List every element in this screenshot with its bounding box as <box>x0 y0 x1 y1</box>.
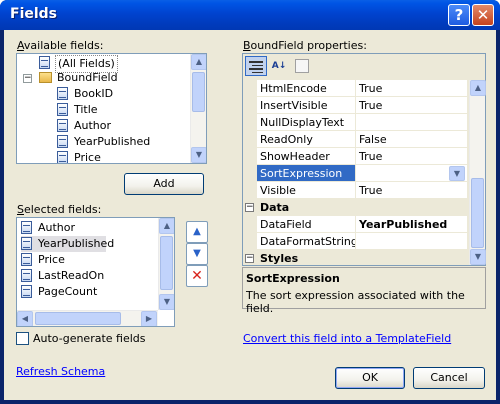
alphabetical-icon[interactable]: A↓ <box>268 56 290 76</box>
field-icon <box>57 87 68 100</box>
selected-vscrollbar[interactable]: ▲ ▼ <box>158 218 174 310</box>
scroll-up-icon[interactable]: ▲ <box>159 218 174 234</box>
property-description: SortExpression The sort expression assoc… <box>242 267 486 315</box>
category-data[interactable]: − Data <box>243 199 467 216</box>
field-icon <box>21 269 32 282</box>
help-button[interactable]: ? <box>448 4 470 26</box>
collapse-icon[interactable]: − <box>245 254 254 263</box>
scroll-thumb[interactable] <box>35 312 121 325</box>
field-icon <box>39 56 50 69</box>
prop-row-visible[interactable]: Visible True <box>243 182 467 199</box>
field-icon <box>21 253 32 266</box>
description-title: SortExpression <box>246 272 340 285</box>
scroll-down-icon[interactable]: ▼ <box>159 294 174 310</box>
cancel-button[interactable]: Cancel <box>413 367 485 389</box>
description-text: The sort expression associated with the … <box>246 289 465 315</box>
list-item-selected[interactable]: YearPublished <box>21 236 114 252</box>
scroll-up-icon[interactable]: ▲ <box>191 54 206 70</box>
scroll-thumb[interactable] <box>160 236 173 290</box>
prop-row-htmlencode[interactable]: HtmlEncode True <box>243 80 467 97</box>
property-pages-icon[interactable] <box>295 59 309 73</box>
collapse-icon[interactable]: − <box>23 74 32 83</box>
selected-fields-label: Selected fields: <box>17 203 102 216</box>
prop-row-nulldisplaytext[interactable]: NullDisplayText <box>243 114 467 131</box>
scroll-right-icon[interactable]: ▶ <box>141 311 157 326</box>
move-down-button[interactable]: ▼ <box>186 243 208 265</box>
dialog-body: Available fields: (All Fields) − BoundFi… <box>4 30 496 400</box>
prop-row-showheader[interactable]: ShowHeader True <box>243 148 467 165</box>
title-bar[interactable]: Fields ? ✕ <box>0 0 500 30</box>
collapse-icon[interactable]: − <box>245 203 254 212</box>
prop-row-insertvisible[interactable]: InsertVisible True <box>243 97 467 114</box>
properties-label: BoundField properties: <box>243 39 367 52</box>
refresh-schema-link[interactable]: Refresh Schema <box>16 365 105 378</box>
prop-row-readonly[interactable]: ReadOnly False <box>243 131 467 148</box>
field-icon <box>57 135 68 148</box>
scroll-down-icon[interactable]: ▼ <box>470 249 486 265</box>
close-button[interactable]: ✕ <box>472 4 494 26</box>
auto-generate-label: Auto-generate fields <box>33 332 146 345</box>
property-grid: A↓ HtmlEncode True InsertVisible True Nu… <box>242 53 486 266</box>
add-button[interactable]: Add <box>124 173 204 195</box>
fields-dialog: Fields ? ✕ Available fields: (All Fields… <box>0 0 500 404</box>
available-scrollbar[interactable]: ▲ ▼ <box>190 54 206 163</box>
field-icon <box>57 151 68 163</box>
prop-row-sortexpression[interactable]: SortExpression ▼ <box>243 165 467 182</box>
auto-generate-checkbox[interactable] <box>16 332 29 345</box>
selected-fields-list[interactable]: Author YearPublished Price LastReadOn Pa… <box>16 217 175 327</box>
field-icon <box>21 285 32 298</box>
delete-field-button[interactable]: ✕ <box>186 265 208 287</box>
scroll-left-icon[interactable]: ◀ <box>17 311 33 326</box>
prop-row-dataformatstring[interactable]: DataFormatString <box>243 233 467 250</box>
move-up-button[interactable]: ▲ <box>186 221 208 243</box>
categorized-icon[interactable] <box>245 56 267 76</box>
property-rows: HtmlEncode True InsertVisible True NullD… <box>243 80 467 265</box>
available-fields-label: Available fields: <box>17 39 104 52</box>
ok-button[interactable]: OK <box>335 367 405 389</box>
scroll-thumb[interactable] <box>471 178 484 248</box>
field-icon <box>21 221 32 234</box>
tree-item-all-fields[interactable]: (All Fields) <box>39 55 118 73</box>
scroll-up-icon[interactable]: ▲ <box>470 80 486 96</box>
convert-templatefield-link[interactable]: Convert this field into a TemplateField <box>243 332 451 345</box>
window-title: Fields <box>10 6 58 22</box>
scroll-down-icon[interactable]: ▼ <box>191 147 206 163</box>
dropdown-arrow-icon[interactable]: ▼ <box>449 166 465 181</box>
property-scrollbar[interactable]: ▲ ▼ <box>469 80 486 265</box>
category-styles[interactable]: − Styles <box>243 250 467 265</box>
selected-hscrollbar[interactable]: ◀ ▶ <box>17 310 158 326</box>
field-icon <box>57 119 68 132</box>
prop-row-datafield[interactable]: DataField YearPublished <box>243 216 467 233</box>
scroll-thumb[interactable] <box>192 72 205 112</box>
field-icon <box>21 237 32 250</box>
available-fields-tree[interactable]: (All Fields) − BoundField BookID Title A… <box>16 53 207 164</box>
field-icon <box>57 103 68 116</box>
folder-icon <box>39 72 52 83</box>
